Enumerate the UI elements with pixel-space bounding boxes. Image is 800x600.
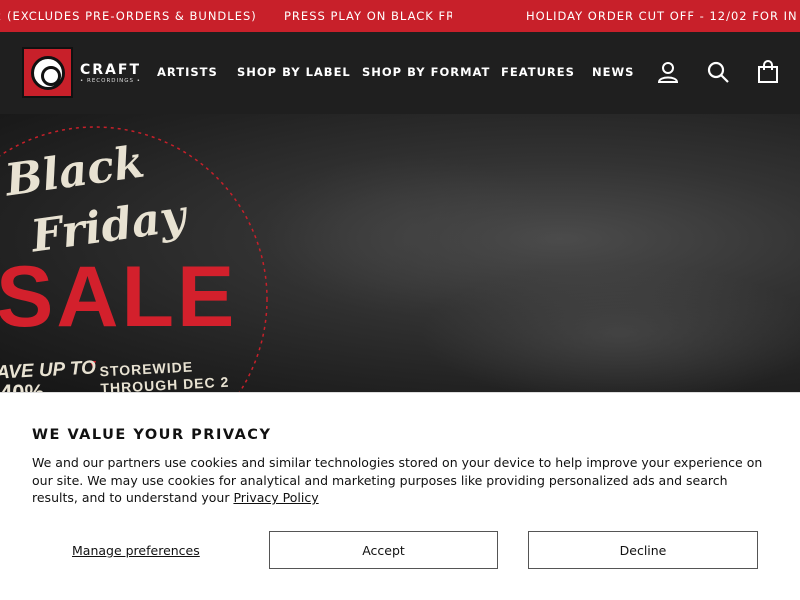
accept-button[interactable]: Accept [269,531,498,569]
nav-artists[interactable]: ARTISTS [157,65,218,79]
privacy-banner: WE VALUE YOUR PRIVACY We and our partner… [0,392,800,600]
logo-subtitle: • RECORDINGS • [80,78,141,84]
nav-shop-by-format[interactable]: SHOP BY FORMAT [362,65,490,79]
decline-button[interactable]: Decline [528,531,758,569]
nav-features[interactable]: FEATURES [501,65,575,79]
nav-news[interactable]: NEWS [592,65,634,79]
announcement-item[interactable]: 2 (EXCLUDES PRE-ORDERS & BUNDLES) [0,9,257,23]
hero-title-sale: SALE [0,249,238,345]
announcement-item[interactable]: HOLIDAY ORDER CUT OFF - 12/02 FOR IN [526,9,798,23]
search-icon[interactable] [706,60,730,84]
announcement-item[interactable]: PRESS PLAY ON BLACK FRIDAY [284,9,452,23]
craft-logo[interactable] [22,47,73,98]
manage-preferences-link[interactable]: Manage preferences [72,543,200,558]
vinyl-icon [31,56,65,90]
site-header: CRAFT • RECORDINGS • ARTISTS SHOP BY LAB… [0,32,800,114]
hero-banner[interactable]: Black Friday SALE AVE UP TO STOREWIDE TH… [0,114,800,392]
hero-percent-text: 40% [0,380,44,392]
cart-icon[interactable] [756,60,780,84]
hero-storewide-text: STOREWIDE THROUGH DEC 2 [99,357,230,392]
privacy-body: We and our partners use cookies and simi… [32,454,772,507]
privacy-title: WE VALUE YOUR PRIVACY [32,427,272,443]
logo-wordmark[interactable]: CRAFT [80,62,141,78]
account-icon[interactable] [656,60,680,84]
announcement-bar: 2 (EXCLUDES PRE-ORDERS & BUNDLES) PRESS … [0,0,800,32]
nav-shop-by-label[interactable]: SHOP BY LABEL [237,65,351,79]
privacy-body-text: We and our partners use cookies and simi… [32,455,763,505]
privacy-policy-link[interactable]: Privacy Policy [233,490,318,505]
